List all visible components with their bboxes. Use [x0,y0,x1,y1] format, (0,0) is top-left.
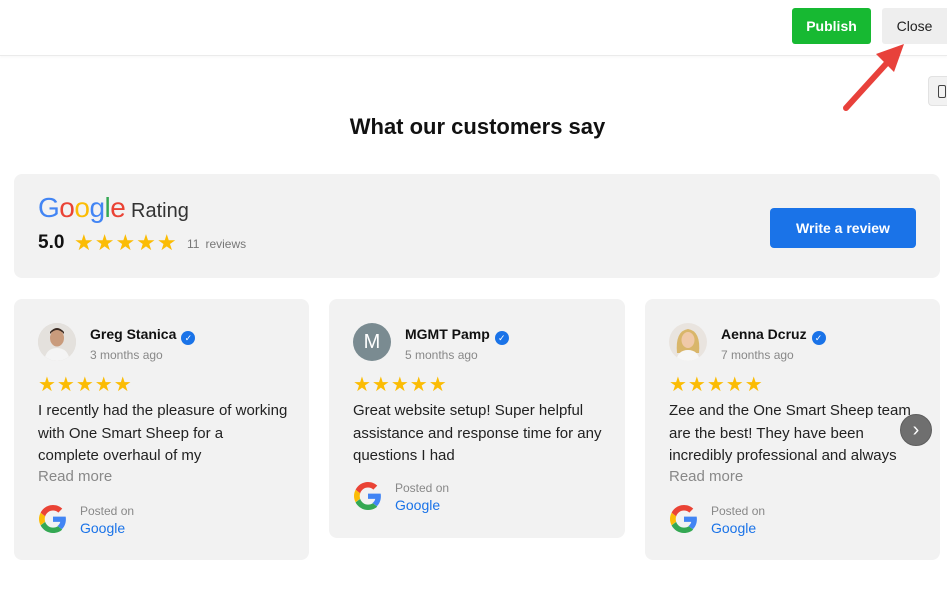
review-time: 7 months ago [721,348,794,362]
posted-on-label: Posted on [395,481,450,495]
review-card: Aenna Dcruz ✓ 7 months ago ★★★★★ Zee and … [645,299,940,560]
read-more-link[interactable]: Read more [38,468,112,485]
annotation-arrow-icon [843,44,904,111]
chevron-right-icon: › [912,419,920,441]
verified-badge-icon: ✓ [811,331,826,345]
google-g-icon [39,505,66,533]
verified-badge-icon: ✓ [181,331,196,345]
source-link[interactable]: Google [395,497,440,513]
review-text: I recently had the pleasure of working w… [38,402,288,464]
google-g-icon [354,482,381,510]
mobile-device-icon [938,85,946,98]
write-review-button[interactable]: Write a review [770,208,916,248]
person-photo-icon [669,323,707,361]
review-text: Great website setup! Super helpful assis… [353,402,602,464]
rating-label: Rating [131,200,189,222]
review-stars: ★★★★★ [353,374,448,396]
carousel-next-button[interactable]: › [900,414,932,446]
review-time: 3 months ago [90,348,163,362]
review-stars: ★★★★★ [669,374,764,396]
review-time: 5 months ago [405,348,478,362]
reviewer-avatar: M [353,323,391,361]
source-link[interactable]: Google [711,520,756,536]
rating-summary-panel: Google Rating 5.0 ★★★★★ 11 reviews Write … [14,174,940,278]
posted-on-label: Posted on [80,504,135,518]
reviewer-name: Greg Stanica ✓ [90,326,196,345]
google-logo: Google [38,192,126,223]
publish-button[interactable]: Publish [792,8,871,44]
review-count: 11 reviews [187,237,247,251]
verified-badge-icon: ✓ [494,331,509,345]
review-stars: ★★★★★ [38,374,133,396]
rating-score: 5.0 [38,232,65,253]
top-toolbar: Publish Close [0,0,947,56]
review-card: M MGMT Pamp ✓ 5 months ago ★★★★★ Great we… [329,299,625,538]
review-card: Greg Stanica ✓ 3 months ago ★★★★★ I recen… [14,299,309,560]
posted-on-label: Posted on [711,504,766,518]
reviewer-name: Aenna Dcruz ✓ [721,326,826,345]
section-title: What our customers say [349,114,606,139]
read-more-link[interactable]: Read more [669,468,743,485]
rating-stars: ★★★★★ [74,230,178,255]
person-photo-icon [38,323,76,361]
google-g-icon [670,505,697,533]
reviewer-name: MGMT Pamp ✓ [405,326,509,345]
reviewer-avatar [38,323,76,361]
close-button[interactable]: Close [882,8,947,44]
source-link[interactable]: Google [80,520,125,536]
reviewer-avatar [669,323,707,361]
review-text: Zee and the One Smart Sheep team are the… [669,402,911,464]
device-preview-toggle[interactable] [928,76,947,106]
